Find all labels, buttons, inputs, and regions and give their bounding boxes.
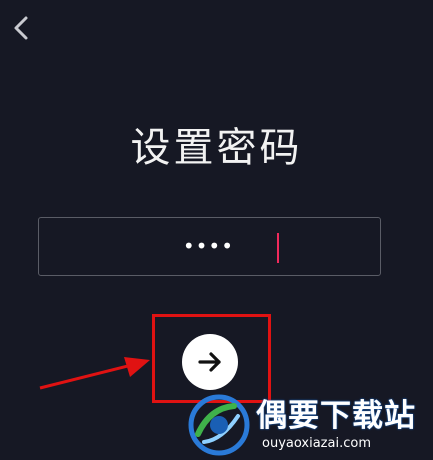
password-input[interactable]: •••• — [38, 217, 381, 276]
watermark-name: 偶要下载站 — [256, 398, 416, 434]
next-button[interactable] — [182, 334, 238, 390]
watermark-logo-icon — [188, 394, 250, 456]
arrow-right-icon — [198, 352, 221, 372]
text-caret — [277, 233, 279, 263]
watermark: 偶要下载站 ouyaoxiazai.com — [188, 392, 433, 460]
chevron-left-icon — [14, 16, 28, 40]
set-password-screen: 设置密码 •••• 偶要下载站 ouyaoxiazai.com — [0, 0, 433, 460]
password-masked-value: •••• — [182, 234, 234, 258]
watermark-url: ouyaoxiazai.com — [262, 436, 371, 451]
page-title: 设置密码 — [130, 125, 303, 171]
back-button[interactable] — [6, 10, 36, 46]
